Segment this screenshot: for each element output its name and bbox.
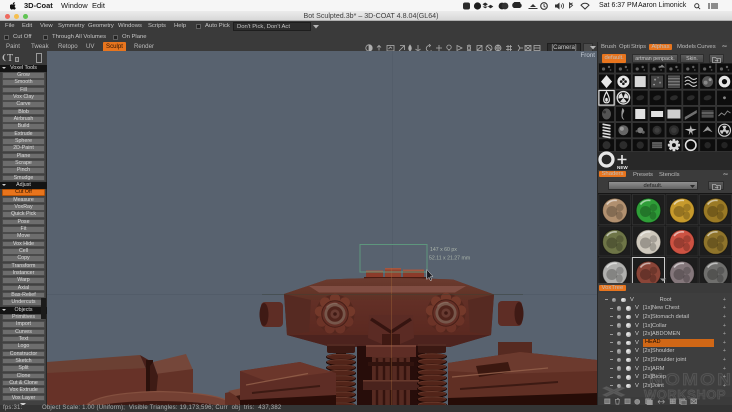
svg-text:147 x 60 px: 147 x 60 px xyxy=(430,247,457,253)
svg-text:Front: Front xyxy=(581,52,596,59)
svg-text:NEW: NEW xyxy=(617,165,628,170)
svg-text:52.11 x 21.27 mm: 52.11 x 21.27 mm xyxy=(429,256,470,262)
